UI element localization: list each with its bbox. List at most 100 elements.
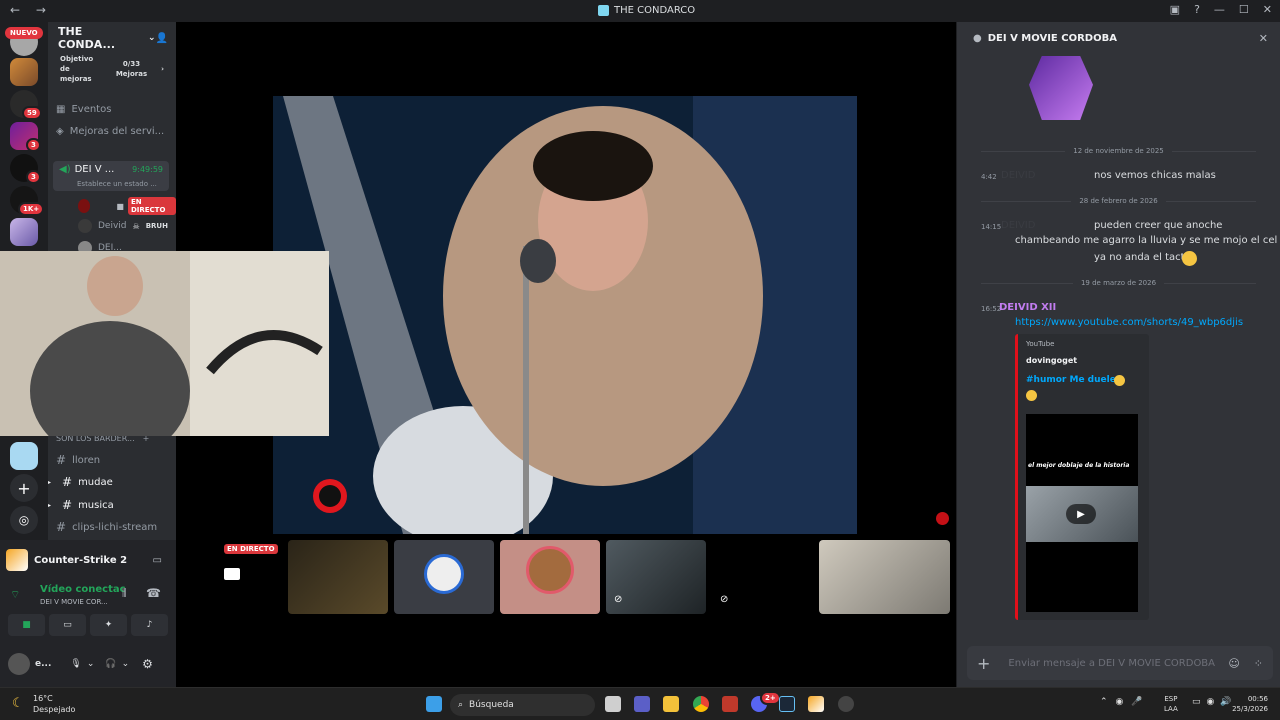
chat-header: ● DEI V MOVIE CORDOBA ✕ [973, 31, 1268, 45]
maximize-button[interactable]: ☐ [1239, 3, 1249, 16]
play-icon[interactable]: ▶ [1066, 504, 1096, 524]
steam-icon[interactable] [779, 696, 795, 712]
disconnect-icon[interactable]: ☎ [146, 586, 161, 600]
date-divider: 12 de noviembre de 2025 [973, 146, 1264, 156]
emoji-icon[interactable]: ☺ [1228, 657, 1239, 670]
sad-emoji-icon [1182, 251, 1197, 266]
server-boosts-item[interactable]: ◈ Mejoras del servi... [56, 126, 164, 137]
avatar [424, 554, 464, 594]
screen-share-icon [224, 568, 240, 580]
signal-icon: ⌔ [10, 588, 21, 601]
mention-badge: 3 [26, 170, 41, 184]
soundboard-button[interactable]: ♪ [131, 614, 168, 636]
apps-icon[interactable]: ⁘ [1254, 657, 1263, 670]
camera-button[interactable]: ■ [8, 614, 45, 636]
call-controls: ■ ▭ ✦ ♪ [8, 614, 168, 636]
activities-button[interactable]: ✦ [90, 614, 127, 636]
speaker-icon: ◀) [59, 164, 71, 175]
window-controls: ▣ ? — ☐ ✕ [1170, 3, 1272, 16]
avatar[interactable] [8, 653, 30, 675]
stream-thumbnail[interactable]: EN DIRECTO [182, 540, 282, 614]
add-server-button[interactable]: + [10, 474, 38, 502]
noise-icon[interactable]: ⫼ [122, 588, 127, 599]
camera-off-icon: ⊘ [614, 594, 623, 605]
task-view-icon[interactable] [605, 696, 621, 712]
app-icon[interactable] [722, 696, 738, 712]
boost-goal[interactable]: Objetivo de mejoras 0/33 Mejoras › [54, 55, 170, 83]
participant-tile[interactable] [288, 540, 388, 614]
participant-tile[interactable] [500, 540, 600, 614]
file-explorer-icon[interactable] [663, 696, 679, 712]
hash-icon: # [62, 498, 73, 512]
nav-arrows[interactable]: ← → [10, 3, 52, 17]
server-icon[interactable] [10, 218, 38, 246]
game-icon [6, 549, 28, 571]
headphones-icon[interactable]: 🎧 [105, 659, 116, 669]
main-stream-video[interactable] [273, 96, 857, 534]
events-item[interactable]: ▦ Eventos [56, 104, 111, 115]
explore-button[interactable]: ◎ [10, 506, 38, 534]
taskbar: ☾ 16°C Despejado ⌕ Búsqueda 2+ ⌃◉🎤 ESP LA… [0, 687, 1280, 720]
hash-icon: # [56, 453, 67, 467]
participant-tile[interactable]: ⊘ [712, 540, 812, 614]
minimize-button[interactable]: — [1214, 3, 1225, 16]
app-icon[interactable] [838, 696, 854, 712]
unread-dot: ▸ [48, 501, 52, 509]
author-hidden: DEIVID [1001, 220, 1036, 231]
user-bar: e... 🎙 ⌄ 🎧 ⌄ ⚙ [8, 650, 172, 678]
screen-share-button[interactable]: ▭ [49, 614, 86, 636]
server-header[interactable]: THE CONDA... ⌄ 👤 [48, 22, 176, 54]
channel-mudae[interactable]: ▸ # mudae [48, 475, 113, 489]
gear-icon[interactable]: ⚙ [142, 657, 153, 671]
game-icon[interactable] [808, 696, 824, 712]
clock[interactable]: 00:56 25/3/2026 [1228, 694, 1268, 714]
keyboard-layout[interactable]: ESP LAA [1164, 694, 1178, 714]
mention-badge: 3 [26, 138, 41, 152]
camera-overlay[interactable] [0, 251, 329, 436]
participant-tile[interactable] [394, 540, 494, 614]
voice-channel-active[interactable]: ◀) DEI V ... 9:49:59 Establece un estado… [53, 161, 169, 191]
channel-clips[interactable]: # clips-lichi-stream [56, 520, 157, 534]
embed-video[interactable]: el mejor doblaje de la historia ▶ [1026, 414, 1138, 612]
inbox-icon[interactable]: ▣ [1170, 3, 1180, 16]
stream-logo-icon [936, 512, 949, 525]
app-icon [598, 5, 609, 16]
author-hidden: DEIVID [1001, 170, 1036, 181]
weather-icon: ☾ [12, 696, 24, 711]
invite-icon[interactable]: 👤 [156, 33, 168, 44]
avatar [526, 546, 574, 594]
chrome-icon[interactable] [693, 696, 709, 712]
channel-lloren[interactable]: # lloren [56, 453, 100, 467]
voice-member[interactable]: Deivid ☠ BRUH [78, 219, 168, 233]
mention-badge: 59 [22, 106, 42, 120]
avatar [78, 219, 92, 233]
close-button[interactable]: ✕ [1263, 3, 1272, 16]
hash-icon: # [62, 475, 73, 489]
chevron-down-icon: ⌄ [148, 33, 156, 43]
microphone-icon[interactable]: 🎙 [70, 659, 81, 669]
window-title: THE CONDARCO [598, 5, 695, 16]
chevron-down-icon[interactable]: ⌄ [87, 659, 95, 669]
channel-musica[interactable]: ▸ # musica [48, 498, 114, 512]
message-input[interactable]: + Enviar mensaje a DEI V MOVIE CORDOBA ☺… [967, 646, 1273, 680]
participant-tile[interactable] [819, 540, 950, 614]
server-icon[interactable] [10, 58, 38, 86]
chat-bubble-icon: ● [973, 32, 982, 44]
add-attachment-icon[interactable]: + [977, 654, 990, 673]
windows-start-icon[interactable] [426, 696, 442, 712]
help-icon[interactable]: ? [1194, 3, 1200, 16]
server-icon-active[interactable] [10, 442, 38, 470]
chevron-down-icon[interactable]: ⌄ [122, 659, 130, 669]
tray-icons[interactable]: ⌃◉🎤 [1100, 697, 1151, 707]
chat-app-icon[interactable] [634, 696, 650, 712]
stream-icon[interactable]: ▭ [153, 555, 162, 566]
participant-tile[interactable]: ⊘ [606, 540, 706, 614]
mention-badge: 1K+ [18, 202, 45, 216]
stream-frame [273, 96, 857, 534]
boost-icon: ◈ [56, 126, 64, 137]
close-icon[interactable]: ✕ [1259, 32, 1268, 45]
activity-game[interactable]: Counter-Strike 2 ▭ [6, 546, 170, 574]
avatar [78, 199, 91, 213]
voice-member[interactable]: ■ EN DIRECTO [78, 197, 176, 215]
taskbar-search[interactable]: ⌕ Búsqueda [450, 694, 595, 716]
